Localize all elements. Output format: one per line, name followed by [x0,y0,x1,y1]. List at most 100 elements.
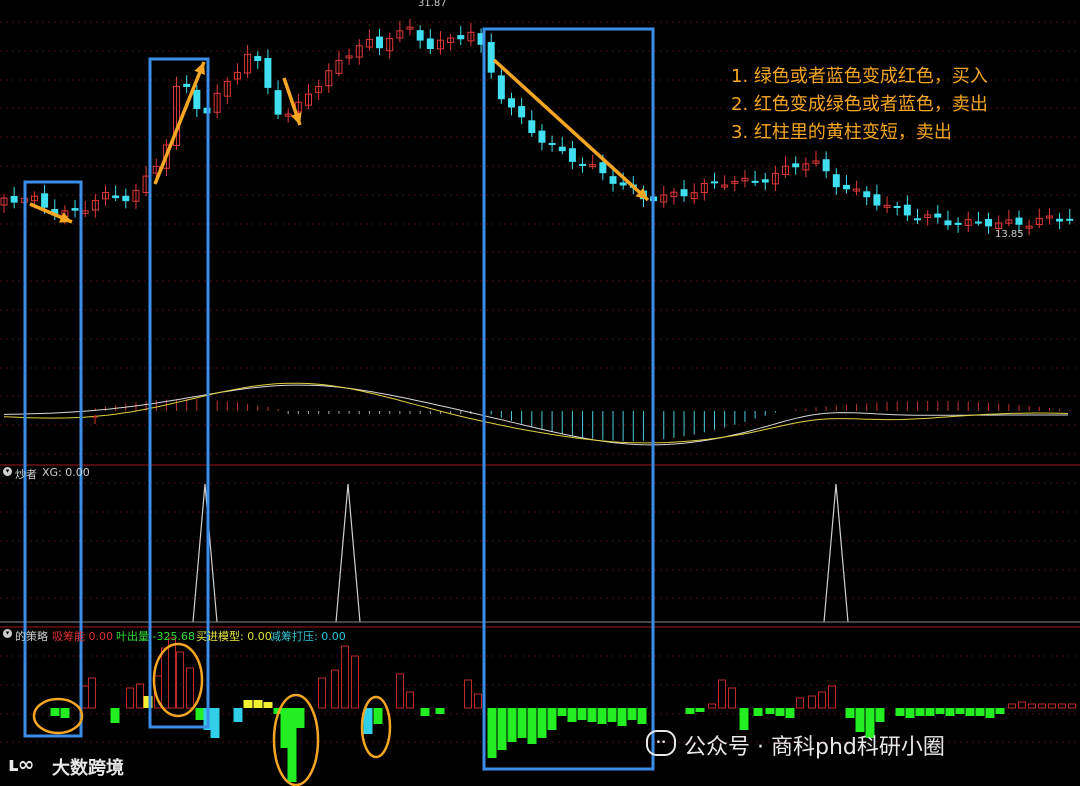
hist-bar [895,708,905,716]
hist-bar [875,708,885,722]
wechat-icon: •• [646,730,676,756]
hist-bar [547,708,557,730]
candle-body [528,120,536,134]
candle-body [863,191,871,198]
hist-bar [627,708,637,720]
xg-title: 炒者 [15,468,37,481]
xg-value: XG: 0.00 [42,466,90,479]
hist-bar [718,679,726,709]
candle-body [944,220,952,226]
hist-bar [110,708,120,723]
candle-body [41,193,49,208]
candle-body [974,221,982,224]
hist-bar [126,687,134,709]
hist-bar [845,708,855,718]
hist-bar [253,700,263,708]
candle-body [416,30,424,41]
hist-bar [587,708,597,722]
hist-bar [406,691,414,709]
hist-bar [351,655,359,709]
hist-bar [507,708,517,742]
hist-bar [739,708,749,730]
hist-bar [186,667,194,709]
hist-bar [331,669,339,709]
candle-body [842,184,850,190]
candle-body [10,196,18,203]
hist-bar [785,708,795,718]
hist-bar [753,708,763,716]
candle-body [538,130,546,143]
note-1: 1. 绿色或者蓝色变成红色，买入 [731,66,988,87]
candle-body [903,204,911,216]
candle-body [914,218,921,221]
hist-bar [318,677,326,709]
candle-body [112,195,120,199]
dea-line [3,382,1069,444]
hist-bar [1018,701,1026,709]
hist-bar [775,708,785,716]
hist-bar [396,673,404,709]
hist-bar [1058,703,1066,709]
buy-marker: ↑ [90,413,100,427]
hist-bar [60,708,70,718]
hist-bar [965,708,975,716]
candle-body [497,75,505,100]
hist-bar [50,708,60,716]
hist-bar [915,708,925,716]
hist-bar [617,708,627,726]
collapse-icon[interactable]: ▾ [3,467,12,476]
hist-bar [1028,703,1036,709]
candle-body [609,176,617,184]
hist-bar [474,693,482,709]
candle-body [893,206,901,209]
hist-bar [567,708,577,722]
candle-body [457,35,465,40]
hist-bar [765,708,775,714]
hist-bar [168,637,176,709]
candle-body [1056,218,1064,222]
hist-bar [295,708,305,728]
highlight-box [23,180,83,738]
hist-bar [637,708,647,724]
hist-bar [210,708,220,738]
min-price-label: 13.85 [995,229,1024,240]
collapse-icon[interactable]: ▾ [3,629,12,638]
brand-logo: ʟ∞ [8,752,34,776]
hist-bar [728,687,736,709]
note-3: 3. 红柱里的黄柱变短，卖出 [731,122,952,143]
xg-spike [335,483,361,623]
candle-body [376,36,384,49]
xg-spike [192,483,218,623]
candle-body [711,181,718,184]
candle-body [426,38,434,50]
hist-bar [176,651,184,709]
candle-body [751,180,759,183]
hist-bar [233,708,243,722]
hist-bar [420,708,430,716]
candle-body [954,222,962,225]
strategy-item-2: 叶出量 -325.68 [116,630,195,643]
macd-panel: ↑ [3,382,1071,446]
candle-body [822,159,830,172]
trend-arrow [492,58,650,202]
candle-body [264,57,272,88]
strategy-item-3: 买进模型: 0.00 [196,630,272,643]
hist-bar [955,708,965,714]
hist-bar [487,708,497,758]
hist-bar [1048,703,1056,709]
hist-bar [195,708,205,720]
hist-bar [695,708,705,712]
hist-bar [975,708,985,716]
hist-bar [435,708,445,714]
dif-line [3,384,1068,446]
note-2: 2. 红色变成绿色或者蓝色，卖出 [731,94,988,115]
candle-body [1015,217,1023,225]
arrow-head [290,112,302,125]
hist-bar [161,647,169,709]
hist-bar [925,708,935,716]
candle-body [548,143,556,146]
candle-body [680,189,688,197]
hist-bar [607,708,617,722]
hist-bar [708,703,716,709]
hist-bar [1008,703,1016,709]
